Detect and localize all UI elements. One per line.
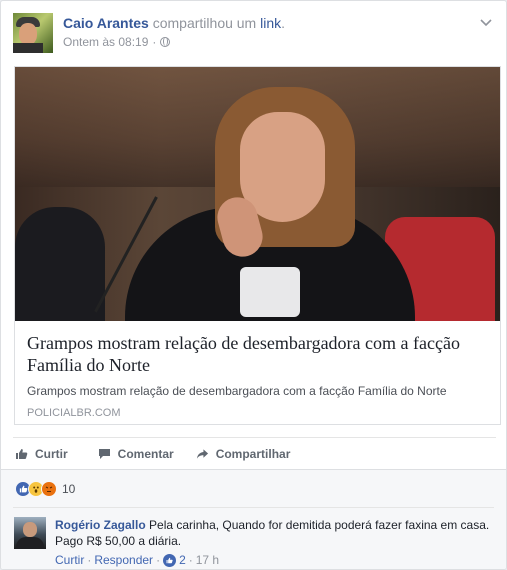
feedback-section: 10 Rogério Zagallo Pela carinha, Quando …: [1, 469, 506, 569]
post-timestamp[interactable]: Ontem às 08:19: [63, 35, 148, 49]
comment-body: Rogério Zagallo Pela carinha, Quando for…: [55, 517, 494, 549]
author-avatar[interactable]: [13, 13, 53, 53]
post-card: Caio Arantes compartilhou um link. Ontem…: [0, 0, 507, 570]
meta-dot: ·: [156, 553, 161, 567]
comment: Rogério Zagallo Pela carinha, Quando for…: [14, 517, 494, 567]
thumbs-up-icon: [16, 448, 28, 459]
meta-dot: ·: [87, 553, 92, 567]
reaction-count[interactable]: 10: [62, 482, 75, 496]
author-name[interactable]: Caio Arantes: [63, 15, 149, 31]
link-dot: .: [281, 15, 286, 31]
post-header: Caio Arantes compartilhou um link. Ontem…: [1, 1, 506, 63]
link-preview-image[interactable]: [15, 67, 500, 321]
share-button-label: Compartilhar: [215, 446, 291, 461]
link-preview[interactable]: Grampos mostram relação de desembargador…: [14, 66, 501, 425]
reactions-summary[interactable]: 10: [15, 481, 75, 497]
comment-like-link[interactable]: Curtir: [55, 553, 84, 567]
divider: [13, 507, 494, 508]
comment-meta: Curtir · Responder · 2 · 17 h: [55, 553, 494, 567]
chevron-down-icon[interactable]: [478, 15, 494, 31]
link-word[interactable]: link: [260, 15, 281, 31]
link-domain: POLICIALBR.COM: [27, 407, 121, 419]
meta-dot: ·: [188, 553, 193, 567]
timestamp-separator: ·: [152, 35, 157, 49]
like-button[interactable]: Curtir: [15, 447, 68, 461]
share-button[interactable]: Compartilhar: [196, 446, 291, 461]
like-button-label: Curtir: [35, 446, 68, 461]
angry-reaction-icon: [41, 481, 57, 497]
link-description: Grampos mostram relação de desembargador…: [27, 384, 447, 398]
post-actions: Curtir Comentar Compartilhar: [13, 437, 496, 469]
globe-icon[interactable]: [160, 37, 171, 47]
comment-like-count[interactable]: 2: [179, 553, 186, 567]
post-header-text: Caio Arantes compartilhou um link. Ontem…: [63, 15, 285, 49]
comment-reply-link[interactable]: Responder: [94, 553, 153, 567]
commenter-avatar[interactable]: [14, 517, 46, 549]
comment-button[interactable]: Comentar: [98, 447, 174, 461]
post-action-text: compartilhou um: [152, 15, 257, 31]
link-preview-text: Grampos mostram relação de desembargador…: [15, 321, 500, 419]
share-icon: [196, 448, 208, 459]
link-title[interactable]: Grampos mostram relação de desembargador…: [27, 332, 488, 376]
comment-button-label: Comentar: [117, 446, 174, 461]
commenter-name[interactable]: Rogério Zagallo: [55, 518, 146, 532]
comment-icon: [98, 448, 110, 459]
comment-like-icon[interactable]: [163, 553, 177, 567]
comment-time[interactable]: 17 h: [196, 553, 219, 567]
